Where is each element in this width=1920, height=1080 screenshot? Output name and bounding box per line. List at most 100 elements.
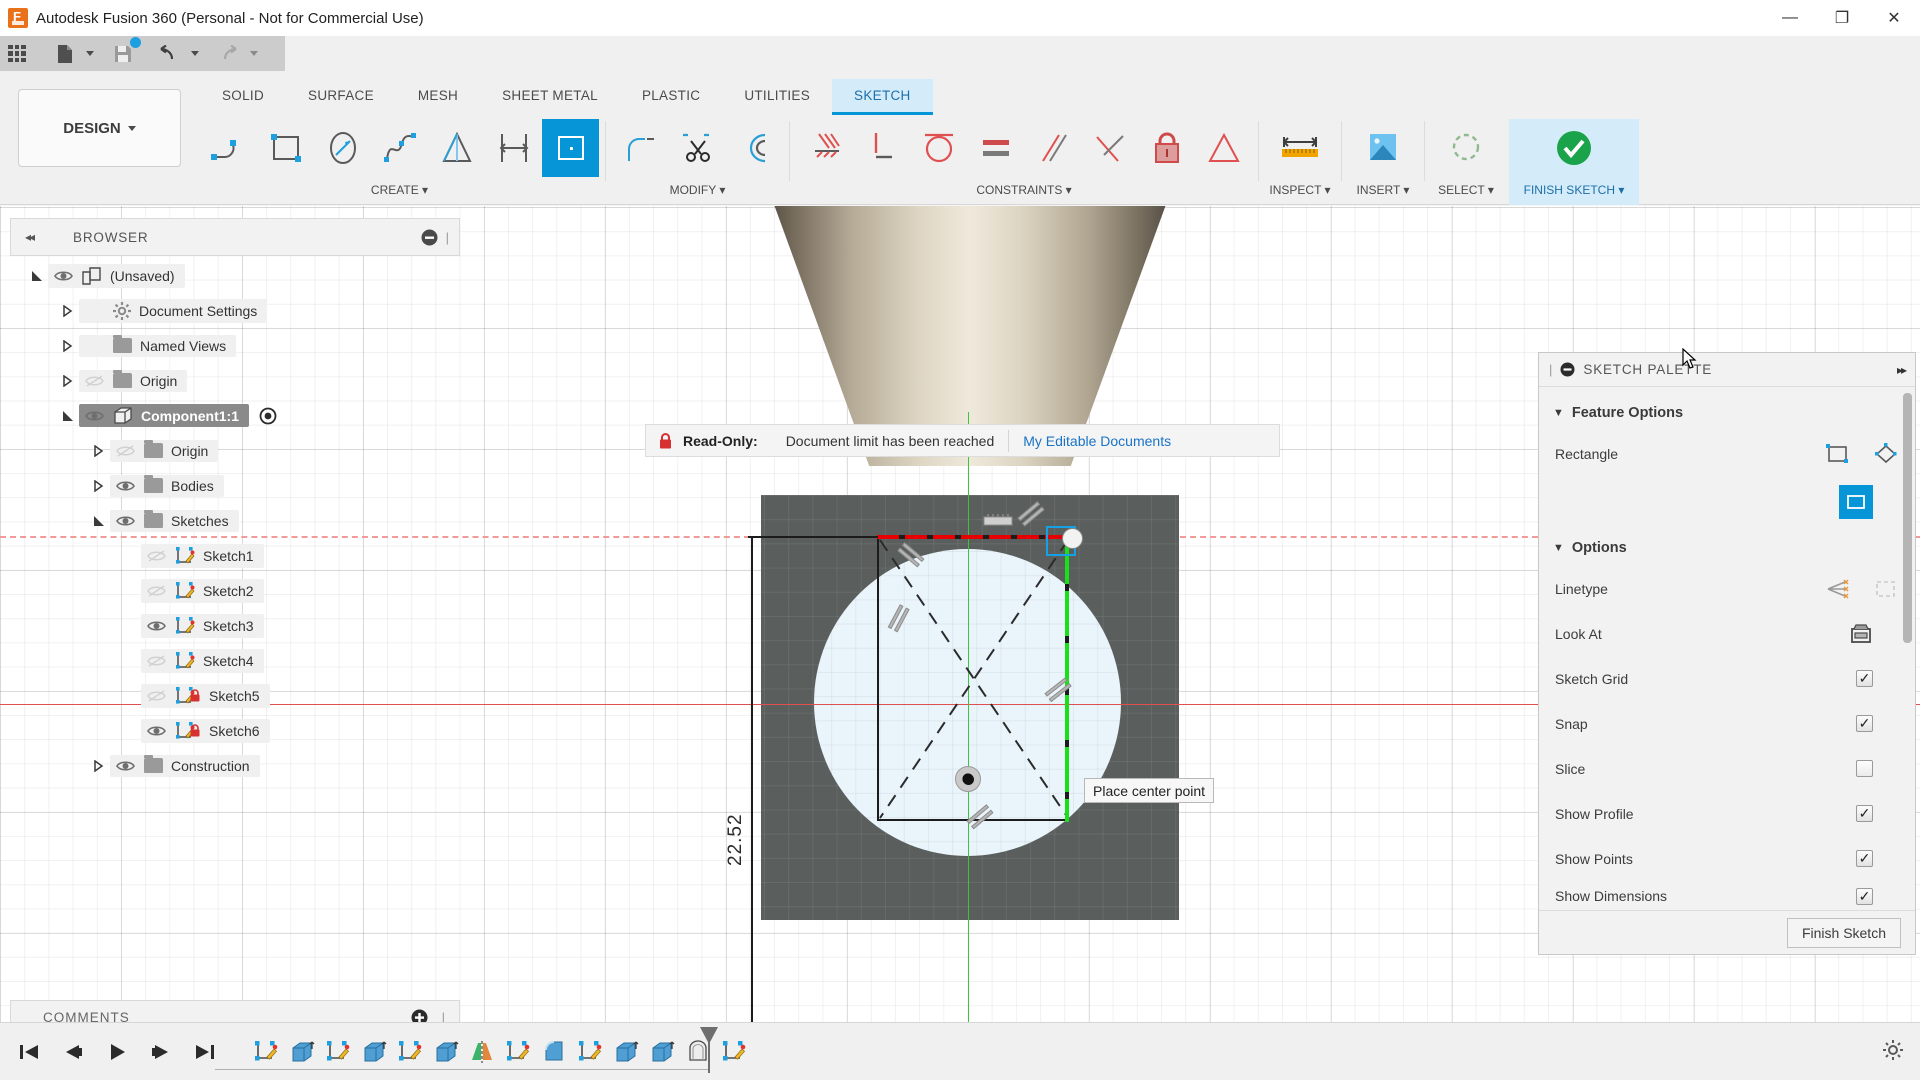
tree-item-unsaved[interactable]: (Unsaved) (14, 258, 464, 293)
tab-solid[interactable]: SOLID (200, 79, 286, 115)
tab-plastic[interactable]: PLASTIC (620, 79, 722, 115)
timeline-feature-6[interactable] (428, 1032, 464, 1072)
timeline-feature-8[interactable] (500, 1032, 536, 1072)
play-icon[interactable] (106, 1042, 128, 1062)
timeline-feature-11[interactable] (608, 1032, 644, 1072)
modify-panel-label[interactable]: MODIFY ▾ (612, 181, 783, 197)
tree-item-sketch4[interactable]: Sketch4 (14, 643, 464, 678)
sketch-rect-left-edge[interactable] (877, 536, 879, 821)
tree-item-origin[interactable]: Origin (14, 363, 464, 398)
step-forward-icon[interactable] (150, 1042, 172, 1062)
timeline-feature-5[interactable] (392, 1032, 428, 1072)
dimension-tool-icon[interactable] (485, 119, 542, 177)
expand-arrow-closed-icon[interactable] (92, 480, 110, 492)
visibility-off-icon[interactable] (145, 549, 167, 563)
construction-line-icon[interactable] (1825, 578, 1851, 600)
rectangle-center-icon[interactable] (1839, 485, 1873, 519)
tree-item-construction[interactable]: Construction (14, 748, 464, 783)
insert-image-icon[interactable] (1348, 119, 1418, 177)
expand-arrow-open-icon[interactable] (30, 270, 48, 282)
step-back-icon[interactable] (62, 1042, 84, 1062)
save-icon[interactable] (106, 36, 140, 71)
centerline-icon[interactable] (1873, 578, 1899, 600)
tree-item-sketch3[interactable]: Sketch3 (14, 608, 464, 643)
visibility-on-icon[interactable] (52, 269, 74, 283)
perpendicular-constraint-icon[interactable] (853, 119, 910, 177)
tab-surface[interactable]: SURFACE (286, 79, 396, 115)
redo-caret-icon[interactable] (250, 51, 258, 56)
browser-collapse-icon[interactable]: ◂◂ (25, 230, 33, 244)
offset-tool-icon[interactable] (726, 119, 783, 177)
timeline-feature-10[interactable] (572, 1032, 608, 1072)
finish-sketch-panel[interactable]: FINISH SKETCH ▾ (1509, 119, 1639, 205)
spline-tool-icon[interactable] (371, 119, 428, 177)
tree-item-bodies[interactable]: Bodies (14, 468, 464, 503)
options-section-header[interactable]: ▼ Options (1539, 528, 1915, 566)
rectangle-3point-icon[interactable] (1873, 443, 1899, 465)
constraints-panel-label[interactable]: CONSTRAINTS ▾ (796, 181, 1252, 197)
timeline-feature-12[interactable] (644, 1032, 680, 1072)
trim-tool-icon[interactable] (669, 119, 726, 177)
visibility-on-icon[interactable] (145, 724, 167, 738)
sketch-point-handle[interactable] (1062, 528, 1083, 549)
equal-constraint-icon[interactable] (967, 119, 1024, 177)
undo-caret-icon[interactable] (191, 51, 199, 56)
maximize-button[interactable]: ❐ (1816, 0, 1868, 36)
palette-scrollbar[interactable] (1903, 393, 1912, 643)
coincident-constraint-icon[interactable] (796, 119, 853, 177)
tree-item-sketch5[interactable]: Sketch5 (14, 678, 464, 713)
show-points-checkbox[interactable]: ✓ (1856, 850, 1873, 867)
timeline-feature-1[interactable] (248, 1032, 284, 1072)
sketch-rect-top-edge[interactable] (877, 535, 1067, 538)
finish-sketch-label[interactable]: FINISH SKETCH ▾ (1524, 181, 1625, 197)
activate-component-icon[interactable] (259, 407, 277, 425)
visibility-on-icon[interactable] (83, 409, 105, 423)
snap-checkbox[interactable]: ✓ (1856, 715, 1873, 732)
tree-item-sketch6[interactable]: Sketch6 (14, 713, 464, 748)
expand-arrow-closed-icon[interactable] (92, 445, 110, 457)
tree-item-origin[interactable]: Origin (14, 433, 464, 468)
file-menu-icon[interactable] (48, 36, 82, 71)
show-profile-checkbox[interactable]: ✓ (1856, 805, 1873, 822)
midpoint-constraint-icon[interactable] (1081, 119, 1138, 177)
visibility-off-icon[interactable] (145, 584, 167, 598)
tangent-constraint-icon[interactable] (910, 119, 967, 177)
symmetry-constraint-icon[interactable] (1195, 119, 1252, 177)
rectangle-2point-icon[interactable] (1825, 443, 1851, 465)
expand-arrow-open-icon[interactable] (61, 410, 79, 422)
select-tool-icon[interactable] (1431, 119, 1501, 177)
rectangle-tool-icon[interactable] (257, 119, 314, 177)
dimension-line[interactable] (751, 536, 753, 1022)
show-data-panel-icon[interactable] (0, 36, 34, 71)
parallel-constraint-icon[interactable] (1024, 119, 1081, 177)
line-tool-icon[interactable] (200, 119, 257, 177)
tree-item-component1-1[interactable]: Component1:1 (14, 398, 464, 433)
visibility-on-icon[interactable] (114, 514, 136, 528)
my-editable-documents-link[interactable]: My Editable Documents (1023, 433, 1171, 449)
look-at-icon[interactable] (1849, 623, 1873, 645)
expand-arrow-open-icon[interactable] (92, 515, 110, 527)
tab-sketch[interactable]: SKETCH (832, 79, 933, 115)
timeline-feature-4[interactable] (356, 1032, 392, 1072)
visibility-on-icon[interactable] (145, 619, 167, 633)
fillet-tool-icon[interactable] (612, 119, 669, 177)
show-dimensions-checkbox[interactable]: ✓ (1856, 888, 1873, 905)
minimize-button[interactable]: — (1764, 0, 1816, 36)
visibility-on-icon[interactable] (114, 759, 136, 773)
expand-arrow-closed-icon[interactable] (61, 305, 79, 317)
go-to-beginning-icon[interactable] (18, 1042, 40, 1062)
fix-unfix-constraint-icon[interactable] (1138, 119, 1195, 177)
close-button[interactable]: ✕ (1868, 0, 1920, 36)
dimension-value-text[interactable]: 22.52 (725, 813, 747, 866)
feature-options-section-header[interactable]: ▼ Feature Options (1539, 393, 1915, 431)
expand-palette-icon[interactable]: ▸▸ (1897, 363, 1905, 377)
settings-gear-icon[interactable] (1882, 1039, 1904, 1061)
tab-mesh[interactable]: MESH (396, 79, 480, 115)
redo-icon[interactable] (211, 36, 245, 71)
visibility-off-icon[interactable] (145, 654, 167, 668)
go-to-end-icon[interactable] (194, 1042, 216, 1062)
file-menu-caret-icon[interactable] (86, 51, 94, 56)
polygon-tool-icon[interactable] (428, 119, 485, 177)
visibility-off-icon[interactable] (114, 444, 136, 458)
visibility-off-icon[interactable] (145, 689, 167, 703)
